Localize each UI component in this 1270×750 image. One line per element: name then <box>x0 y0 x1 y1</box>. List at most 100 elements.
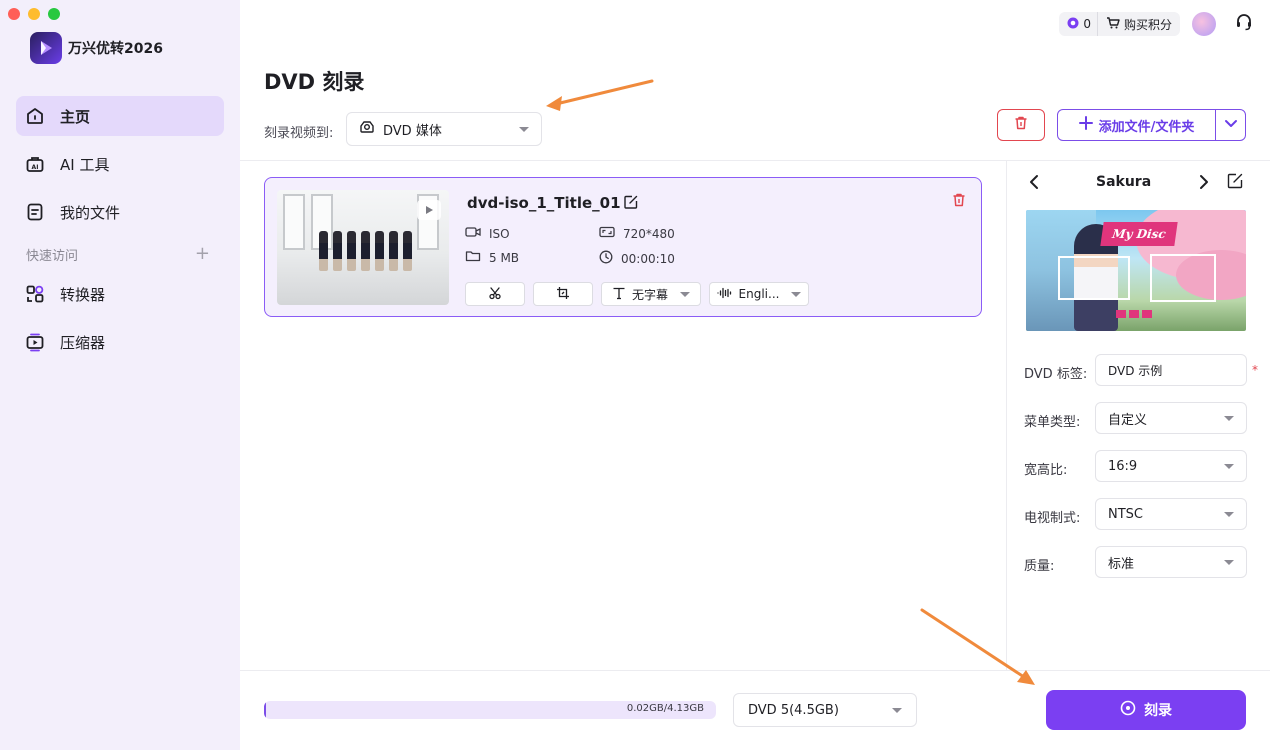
sidebar-item-label: 压缩器 <box>60 333 106 352</box>
add-files-dropdown-button[interactable] <box>1215 110 1245 140</box>
add-files-button[interactable]: 添加文件/文件夹 <box>1058 110 1215 140</box>
chevron-down-icon <box>791 291 802 297</box>
edit-template-icon[interactable] <box>1226 172 1244 194</box>
thumbnail-window <box>283 194 305 250</box>
aspect-ratio-value: 16:9 <box>1108 458 1138 474</box>
dvd-label-label: DVD 标签: <box>1024 367 1088 382</box>
menu-type-label: 菜单类型: <box>1024 415 1081 430</box>
app-logo-icon <box>30 32 62 64</box>
thumbnail-figure <box>389 231 398 271</box>
file-resolution-value: 720*480 <box>623 226 675 241</box>
thumbnail-figure <box>319 231 328 271</box>
disc-usage-bar: 0.02GB/4.13GB <box>264 701 716 719</box>
crop-icon <box>556 286 570 303</box>
resolution-icon <box>599 226 615 241</box>
home-icon <box>24 105 46 127</box>
sidebar-item-label: 主页 <box>60 107 91 126</box>
dvd-label-input[interactable]: DVD 示例 <box>1095 354 1247 386</box>
file-size-value: 5 MB <box>489 250 520 265</box>
audio-track-select[interactable]: Engli... <box>709 282 809 306</box>
trim-button[interactable] <box>465 282 525 306</box>
file-icon <box>24 201 46 223</box>
folder-icon <box>465 250 481 265</box>
subtitle-select[interactable]: 无字幕 <box>601 282 701 306</box>
quick-access-header: 快速访问 + <box>16 240 224 268</box>
template-name: Sakura <box>1096 174 1152 190</box>
disc-usage-fill <box>264 701 267 719</box>
thumbnail-figure <box>333 231 342 271</box>
delete-file-button[interactable] <box>951 192 967 212</box>
buy-credits-button[interactable]: 购买积分 <box>1096 12 1180 36</box>
buy-credits-label: 购买积分 <box>1123 17 1172 32</box>
sidebar-item-compressor[interactable]: 压缩器 <box>16 322 224 362</box>
burn-to-label: 刻录视频到: <box>264 126 334 141</box>
sidebar-item-home[interactable]: 主页 <box>16 96 224 136</box>
video-file-card[interactable]: dvd-iso_1_Title_01 ISO 5 MB 720*480 00:0… <box>264 177 982 317</box>
aspect-ratio-select[interactable]: 16:9 <box>1095 450 1247 482</box>
disc-type-select[interactable]: DVD 5(4.5GB) <box>733 693 917 727</box>
chevron-down-icon <box>519 126 529 132</box>
delete-all-button[interactable] <box>997 109 1045 141</box>
file-duration-value: 00:00:10 <box>621 251 675 266</box>
crop-button[interactable] <box>533 282 593 306</box>
rename-edit-icon[interactable] <box>623 194 639 214</box>
converter-icon <box>24 283 46 305</box>
minimize-window-button[interactable] <box>28 8 40 20</box>
thumbnail-figure <box>347 231 356 271</box>
preview-prev-icon <box>1116 310 1126 318</box>
preview-frame <box>1058 256 1130 300</box>
brand: 万兴优转2026 <box>30 32 163 64</box>
chevron-down-icon <box>1224 559 1234 565</box>
support-headset-icon[interactable] <box>1234 12 1254 36</box>
add-files-button-group: 添加文件/文件夹 <box>1057 109 1246 141</box>
menu-type-value: 自定义 <box>1108 412 1148 428</box>
top-right-bar: 0 购买积分 <box>1059 12 1254 36</box>
ai-toolbox-icon: AI <box>24 153 46 175</box>
preview-next-icon <box>1142 310 1152 318</box>
template-preview[interactable]: My Disc <box>1026 210 1246 331</box>
menu-type-select[interactable]: 自定义 <box>1095 402 1247 434</box>
tv-standard-select[interactable]: NTSC <box>1095 498 1247 530</box>
audio-track-value: Engli... <box>738 287 780 301</box>
template-header: Sakura <box>1006 170 1270 194</box>
add-quick-access-icon[interactable]: + <box>195 245 210 263</box>
play-icon[interactable] <box>417 200 441 220</box>
sidebar-item-my-files[interactable]: 我的文件 <box>16 192 224 232</box>
sidebar-item-label: AI 工具 <box>60 155 110 174</box>
previous-template-icon[interactable] <box>1028 174 1040 194</box>
chevron-down-icon <box>1224 511 1234 517</box>
credit-coin-icon <box>1067 17 1079 32</box>
sidebar-item-label: 我的文件 <box>60 203 121 222</box>
file-duration: 00:00:10 <box>599 250 675 267</box>
burn-button[interactable]: 刻录 <box>1046 690 1246 730</box>
footer-divider <box>240 670 1270 671</box>
file-format-value: ISO <box>489 226 510 241</box>
file-size: 5 MB <box>465 250 519 265</box>
thumbnail-figure <box>361 231 370 271</box>
sidebar-item-converter[interactable]: 转换器 <box>16 274 224 314</box>
next-template-icon[interactable] <box>1198 174 1210 194</box>
plus-icon <box>1078 116 1093 134</box>
chevron-down-icon <box>680 291 690 297</box>
close-window-button[interactable] <box>8 8 20 20</box>
quality-select[interactable]: 标准 <box>1095 546 1247 578</box>
app-name: 万兴优转2026 <box>68 41 163 57</box>
disc-usage-text: 0.02GB/4.13GB <box>626 703 704 714</box>
required-mark: * <box>1252 363 1258 377</box>
sidebar-item-ai-tools[interactable]: AI AI 工具 <box>16 144 224 184</box>
add-files-label: 添加文件/文件夹 <box>1098 119 1195 135</box>
burn-target-select[interactable]: DVD 媒体 <box>346 112 542 146</box>
disc-type-value: DVD 5(4.5GB) <box>748 702 839 718</box>
credits-badge[interactable]: 0 <box>1059 12 1097 36</box>
avatar[interactable] <box>1192 12 1216 36</box>
annotation-arrow <box>546 79 654 111</box>
disc-drive-icon <box>359 120 375 138</box>
page-title: DVD 刻录 <box>264 70 365 94</box>
divider <box>240 160 1270 161</box>
chevron-down-icon <box>1224 463 1234 469</box>
quality-value: 标准 <box>1108 556 1135 572</box>
zoom-window-button[interactable] <box>48 8 60 20</box>
video-thumbnail[interactable] <box>277 190 449 305</box>
preview-play-icon <box>1129 310 1139 318</box>
disc-icon <box>1120 700 1136 720</box>
